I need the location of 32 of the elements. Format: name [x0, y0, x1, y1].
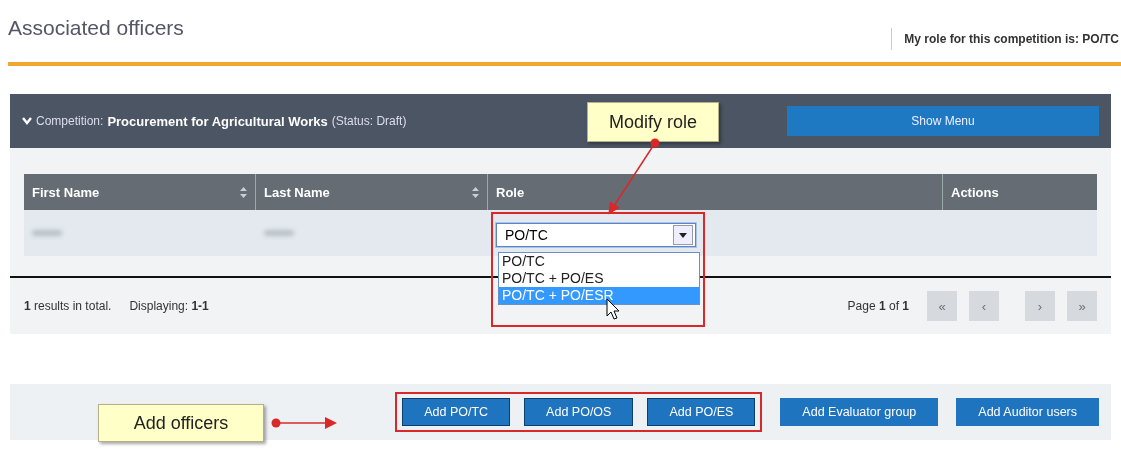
displaying-range: Displaying: 1-1 [129, 299, 209, 313]
callout-note: Add officers [98, 404, 264, 442]
competition-label: Competition: [36, 114, 104, 128]
competition-status: (Status: Draft) [331, 114, 407, 128]
chevron-down-icon[interactable] [22, 117, 32, 125]
add-button[interactable]: Add PO/ES [647, 398, 756, 426]
pager-button[interactable]: › [1025, 291, 1055, 321]
role-dropdown[interactable]: PO/TC [496, 223, 696, 247]
pager-button[interactable]: « [927, 291, 957, 321]
results-total: 1 results in total. [24, 299, 112, 313]
caret-icon [679, 232, 687, 238]
dropdown-option[interactable]: PO/TC + PO/ESR [499, 287, 699, 304]
add-button[interactable]: Add PO/OS [524, 398, 634, 426]
dropdown-option[interactable]: PO/TC [499, 253, 699, 270]
sort-icon[interactable] [240, 186, 247, 198]
sort-icon[interactable] [472, 186, 479, 198]
show-menu-button[interactable]: Show Menu [787, 106, 1099, 136]
add-button[interactable]: Add Evaluator group [780, 398, 939, 426]
pager-button[interactable]: ‹ [969, 291, 999, 321]
my-role-text: My role for this competition is: PO/TC [891, 28, 1121, 50]
page-indicator: Page 1 of 1 [847, 299, 909, 313]
dropdown-option[interactable]: PO/TC + PO/ES [499, 270, 699, 287]
competition-name: Procurement for Agricultural Works [107, 113, 328, 129]
callout-note: Modify role [587, 102, 719, 142]
pager-button[interactable]: » [1067, 291, 1097, 321]
blurred-name [264, 230, 294, 236]
column-header: Actions [950, 183, 1000, 202]
blurred-name [32, 230, 62, 236]
leader-line [271, 417, 337, 429]
add-button[interactable]: Add PO/TC [402, 398, 511, 426]
add-button[interactable]: Add Auditor users [956, 398, 1099, 426]
page-title: Associated officers [8, 16, 184, 40]
